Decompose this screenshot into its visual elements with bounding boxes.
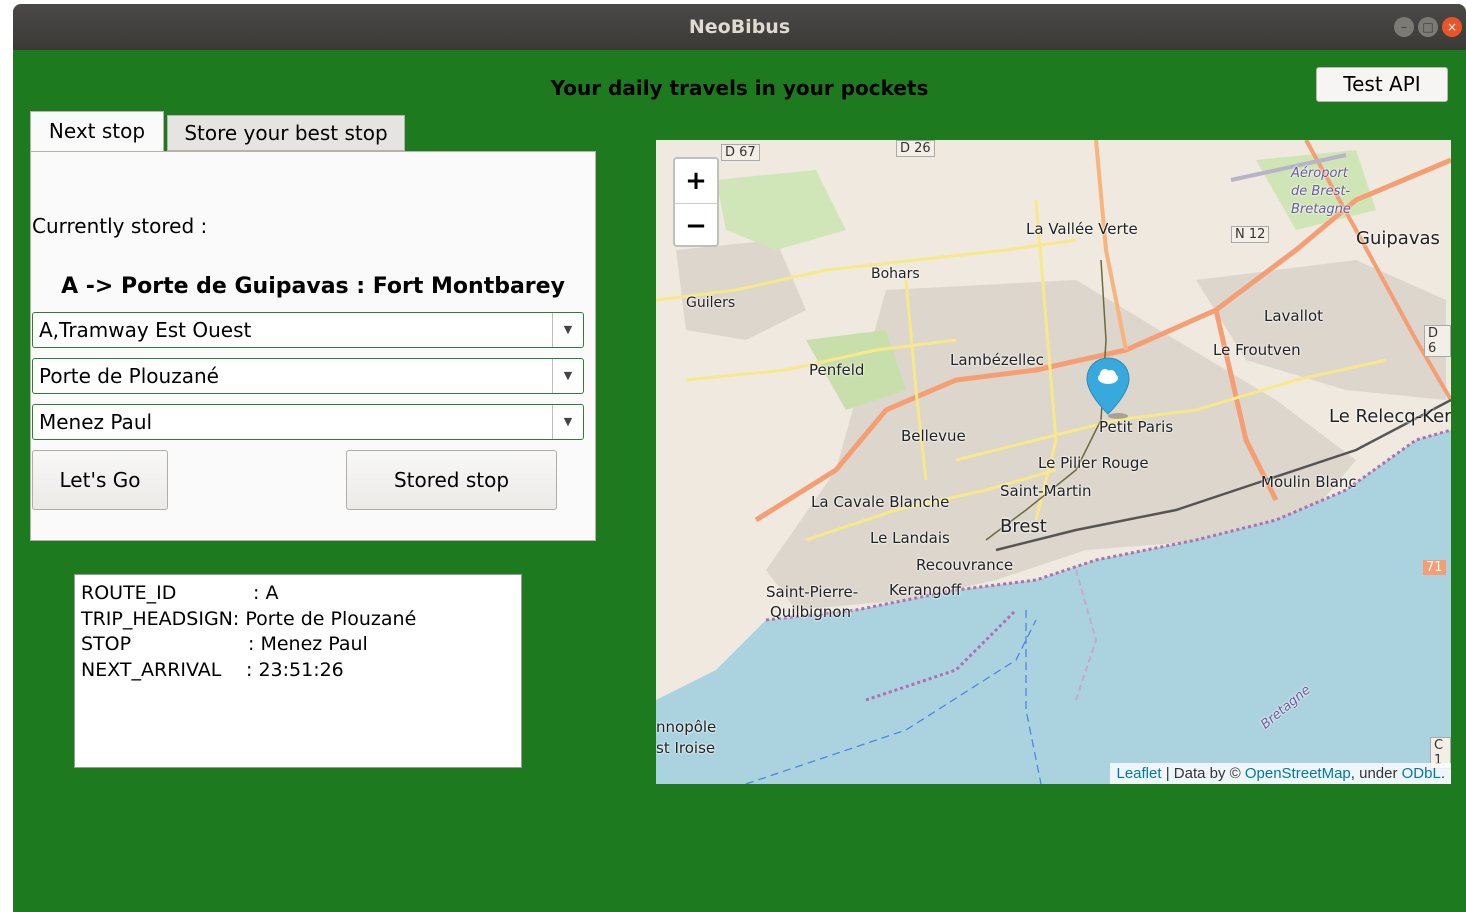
- map-label: Lavallot: [1264, 307, 1324, 325]
- arrival-info-box: ROUTE_ID : A TRIP_HEADSIGN: Porte de Plou…: [74, 574, 522, 768]
- map-road-label: D 26: [896, 140, 935, 157]
- zoom-control: + −: [673, 157, 719, 247]
- info-key: NEXT_ARRIVAL: [81, 658, 222, 681]
- stop-select[interactable]: Menez Paul ▼: [32, 404, 584, 440]
- map-label: Recouvrance: [916, 556, 1014, 574]
- app-tagline: Your daily travels in your pockets: [550, 76, 929, 100]
- tab-store-best-stop[interactable]: Store your best stop: [167, 115, 405, 151]
- stored-stop-button[interactable]: Stored stop: [346, 450, 557, 510]
- openstreetmap-link[interactable]: OpenStreetMap: [1245, 765, 1351, 782]
- map-label: Saint-Pierre-: [766, 583, 859, 601]
- map-label: Le Pilier Rouge: [1038, 454, 1149, 472]
- map-label: Bohars: [871, 266, 920, 282]
- info-value: : Porte de Plouzané: [232, 607, 417, 630]
- map-label: La Cavale Blanche: [811, 493, 950, 511]
- tab-next-stop[interactable]: Next stop: [30, 111, 164, 152]
- map-label: Moulin Blanc: [1261, 473, 1357, 491]
- info-row-next-arrival: NEXT_ARRIVAL : 23:51:26: [81, 658, 521, 684]
- map-view[interactable]: D 67 D 26 N 12 D 6 C 1 71 Aéroport de Br…: [656, 140, 1451, 784]
- map-label: La Vallée Verte: [1026, 220, 1138, 238]
- title-bar: NeoBibus – □ ×: [13, 4, 1466, 50]
- info-value: : A: [253, 582, 279, 604]
- map-label: nnopôle: [656, 718, 717, 736]
- info-value: : 23:51:26: [246, 658, 344, 681]
- leaflet-link[interactable]: Leaflet: [1116, 765, 1161, 782]
- attribution-text: , under: [1350, 765, 1402, 782]
- map-label: st Iroise: [656, 739, 716, 757]
- test-api-button[interactable]: Test API: [1316, 67, 1448, 102]
- direction-select[interactable]: Porte de Plouzané ▼: [32, 358, 584, 394]
- stop-select-value: Menez Paul: [39, 410, 153, 434]
- chevron-down-icon[interactable]: ▼: [552, 405, 583, 439]
- stored-summary: A -> Porte de Guipavas : Fort Montbarey: [61, 274, 565, 299]
- map-label: Lambézellec: [950, 351, 1044, 369]
- zoom-in-button[interactable]: +: [675, 159, 717, 204]
- lets-go-button[interactable]: Let's Go: [32, 450, 168, 510]
- chevron-down-icon[interactable]: ▼: [552, 313, 583, 347]
- info-row-stop: STOP : Menez Paul: [81, 632, 521, 658]
- info-key: ROUTE_ID: [81, 582, 177, 604]
- map-label: Guipavas: [1356, 228, 1440, 249]
- map-label: Le Landais: [870, 529, 950, 547]
- maximize-button[interactable]: □: [1418, 17, 1438, 37]
- info-key: STOP: [81, 633, 132, 655]
- map-label: Aéroport: [1291, 166, 1348, 181]
- map-label: Kerangoff: [889, 581, 962, 599]
- attribution-text: .: [1440, 765, 1445, 782]
- map-label: Bretagne: [1291, 202, 1351, 217]
- map-label: de Brest-: [1291, 184, 1351, 199]
- map-road-label: 71: [1423, 560, 1446, 575]
- window-title: NeoBibus: [688, 16, 791, 38]
- map-road-label: D 67: [721, 144, 760, 161]
- map-label: Le Relecq-Ker: [1329, 406, 1451, 427]
- map-label: Petit Paris: [1099, 418, 1174, 436]
- map-label: Bellevue: [901, 427, 966, 445]
- map-label: Guilers: [686, 295, 736, 311]
- map-label: Quilbignon: [770, 603, 852, 621]
- map-road-label: N 12: [1231, 226, 1270, 243]
- line-select-value: A,Tramway Est Ouest: [39, 318, 252, 342]
- map-label: Le Froutven: [1213, 341, 1301, 359]
- map-road-label: D 6: [1424, 325, 1451, 357]
- line-select[interactable]: A,Tramway Est Ouest ▼: [32, 312, 584, 348]
- direction-select-value: Porte de Plouzané: [39, 364, 219, 388]
- close-button[interactable]: ×: [1442, 17, 1462, 37]
- map-label: Brest: [1000, 516, 1047, 537]
- info-row-headsign: TRIP_HEADSIGN: Porte de Plouzané: [81, 607, 521, 633]
- app-window: NeoBibus – □ × Your daily travels in you…: [13, 4, 1466, 912]
- map-label: Penfeld: [809, 361, 865, 379]
- minimize-button[interactable]: –: [1394, 17, 1414, 37]
- odbl-link[interactable]: ODbL: [1402, 765, 1441, 782]
- info-value: : Menez Paul: [248, 633, 368, 655]
- next-stop-panel: Currently stored : A -> Porte de Guipava…: [30, 151, 596, 541]
- zoom-out-button[interactable]: −: [675, 204, 717, 248]
- attribution-text: | Data by ©: [1161, 765, 1245, 782]
- info-key: TRIP_HEADSIGN: [81, 607, 233, 630]
- currently-stored-label: Currently stored :: [32, 214, 208, 238]
- chevron-down-icon[interactable]: ▼: [552, 359, 583, 393]
- info-row-route: ROUTE_ID : A: [81, 581, 521, 607]
- map-attribution: Leaflet | Data by © OpenStreetMap, under…: [1110, 763, 1451, 784]
- map-label: Saint-Martin: [1000, 482, 1092, 500]
